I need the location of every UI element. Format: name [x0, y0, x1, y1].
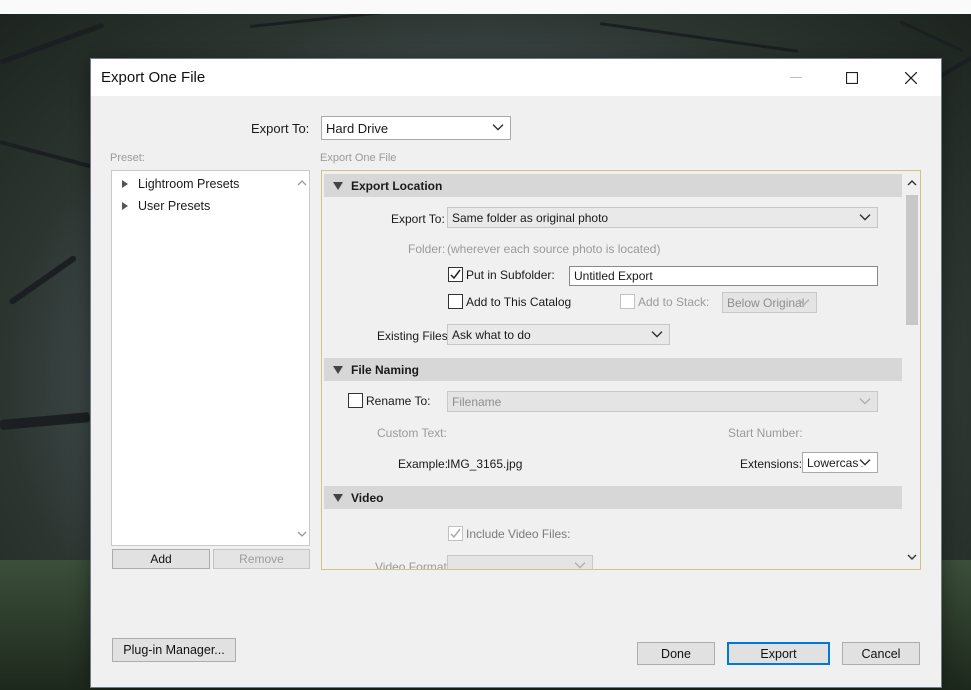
add-to-catalog-checkbox[interactable] [448, 294, 463, 309]
chevron-down-icon [798, 298, 810, 306]
preset-folder-label: User Presets [138, 199, 211, 213]
rename-to-label: Rename To: [366, 394, 431, 408]
section-export-location[interactable]: Export Location [324, 174, 902, 197]
section-title: File Naming [351, 362, 420, 377]
maximize-button[interactable] [823, 59, 881, 96]
folder-value: (wherever each source photo is located) [447, 242, 661, 256]
close-icon [905, 71, 917, 84]
minimize-button[interactable] [767, 59, 825, 96]
preset-folder-lightroom[interactable]: Lightroom Presets [122, 177, 239, 191]
folder-label: Folder: [408, 242, 446, 256]
scroll-up-icon[interactable] [907, 179, 917, 187]
checkmark-icon [450, 528, 461, 539]
done-button[interactable]: Done [637, 642, 715, 665]
preset-folder-user[interactable]: User Presets [122, 199, 210, 213]
export-settings-panel[interactable]: Export Location Export To: Same folder a… [321, 170, 921, 570]
export-to-label: Export To: [251, 121, 310, 136]
put-in-subfolder-checkbox[interactable] [448, 267, 463, 282]
minimize-icon [790, 76, 802, 78]
subfolder-name-value: Untitled Export [574, 269, 653, 283]
chevron-down-icon [859, 397, 871, 405]
video-format-label: Video Format: [375, 560, 451, 570]
checkmark-icon [450, 269, 461, 280]
chevron-down-icon [859, 213, 871, 221]
export-to-select[interactable]: Hard Drive [321, 116, 511, 140]
stack-position-select[interactable]: Below Original [722, 292, 817, 313]
add-to-catalog-label: Add to This Catalog [466, 295, 572, 309]
collapse-arrow-icon [333, 493, 343, 502]
example-label: Example: [398, 457, 449, 471]
scroll-thumb[interactable] [906, 195, 918, 325]
include-video-label: Include Video Files: [466, 527, 571, 541]
section-file-naming[interactable]: File Naming [324, 358, 902, 381]
cancel-button[interactable]: Cancel [842, 642, 920, 665]
title-bar: Export One File [91, 59, 941, 96]
custom-text-label: Custom Text: [377, 426, 447, 440]
rename-template-select[interactable]: Filename [447, 391, 878, 412]
chevron-down-icon [651, 330, 663, 338]
section-video[interactable]: Video [324, 486, 902, 509]
location-export-to-value: Same folder as original photo [452, 210, 609, 225]
chevron-down-icon [492, 124, 504, 131]
preset-label: Preset: [110, 152, 145, 164]
settings-panel-label: Export One File [320, 152, 397, 164]
stack-position-value: Below Original [727, 295, 805, 310]
existing-files-select[interactable]: Ask what to do [447, 324, 670, 345]
rename-template-value: Filename [452, 394, 502, 409]
add-to-stack-checkbox[interactable] [620, 294, 635, 309]
export-to-value: Hard Drive [326, 120, 389, 136]
export-button[interactable]: Export [727, 642, 830, 665]
start-number-label: Start Number: [728, 426, 803, 440]
scroll-up-icon[interactable] [297, 179, 307, 187]
scroll-down-icon[interactable] [907, 553, 917, 561]
add-preset-button[interactable]: Add [112, 549, 210, 569]
video-format-select[interactable] [447, 555, 593, 569]
dialog-title: Export One File [101, 69, 206, 86]
expand-arrow-icon [122, 180, 128, 188]
location-export-to-select[interactable]: Same folder as original photo [447, 207, 878, 228]
section-title: Video [351, 490, 384, 505]
desktop-top-strip [0, 0, 971, 14]
preset-folder-label: Lightroom Presets [138, 177, 240, 191]
maximize-icon [846, 71, 858, 84]
remove-preset-button[interactable]: Remove [213, 549, 310, 569]
existing-files-value: Ask what to do [452, 327, 531, 342]
chevron-down-icon [574, 561, 586, 569]
location-export-to-label: Export To: [391, 212, 445, 226]
expand-arrow-icon [122, 202, 128, 210]
chevron-down-icon [859, 458, 871, 467]
include-video-checkbox[interactable] [448, 526, 463, 541]
preset-list[interactable]: Lightroom Presets User Presets [111, 170, 310, 546]
plugin-manager-button[interactable]: Plug-in Manager... [112, 638, 236, 662]
section-title: Export Location [351, 178, 443, 193]
subfolder-name-input[interactable]: Untitled Export [569, 266, 878, 286]
extensions-value: Lowercase [807, 455, 866, 470]
extensions-label: Extensions: [740, 457, 803, 471]
export-dialog: Export One File Export To: Hard Drive Pr… [91, 59, 941, 687]
settings-scrollbar[interactable] [904, 173, 920, 567]
extensions-select[interactable]: Lowercase [802, 452, 878, 473]
close-button[interactable] [882, 59, 940, 96]
example-value: IMG_3165.jpg [447, 457, 523, 471]
rename-to-checkbox[interactable] [348, 393, 363, 408]
add-to-stack-label: Add to Stack: [638, 295, 710, 309]
collapse-arrow-icon [333, 181, 343, 190]
put-in-subfolder-label: Put in Subfolder: [466, 268, 555, 282]
existing-files-label: Existing Files: [377, 329, 452, 343]
scroll-down-icon[interactable] [297, 530, 307, 538]
collapse-arrow-icon [333, 365, 343, 374]
